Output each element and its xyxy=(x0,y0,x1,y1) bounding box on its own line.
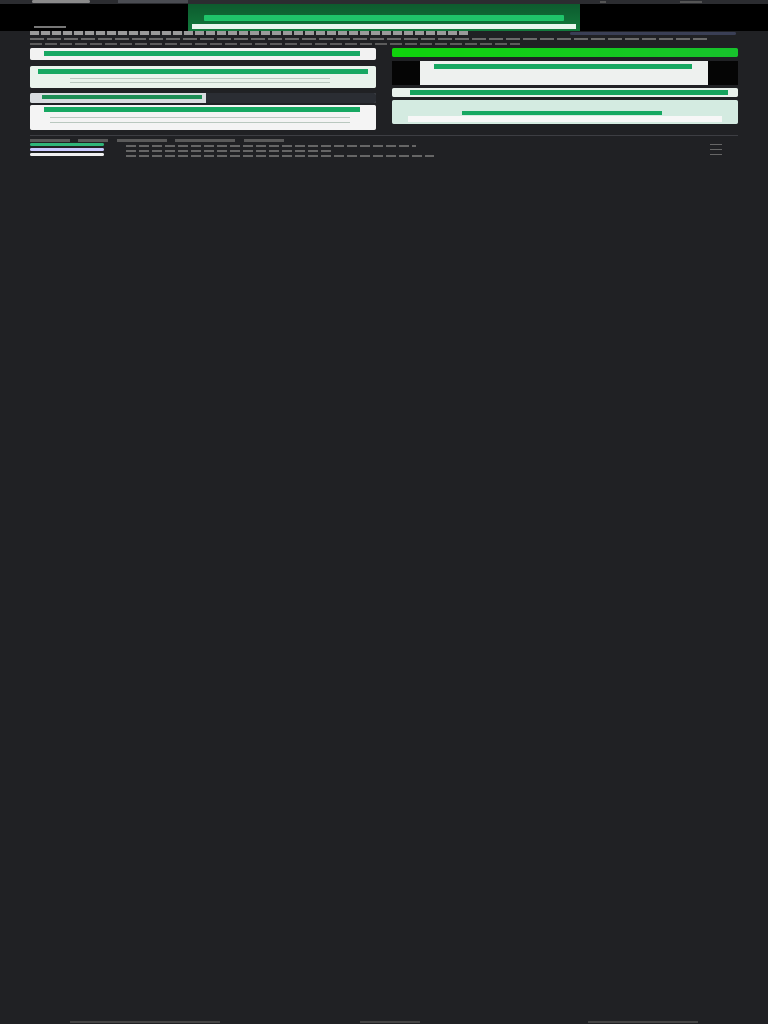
card-bar xyxy=(434,64,692,69)
card-bar xyxy=(44,51,360,56)
list-tabs xyxy=(30,139,330,142)
card-image xyxy=(420,61,708,85)
more-icon[interactable] xyxy=(710,154,722,155)
sidebar-button[interactable] xyxy=(30,148,104,151)
screenshot-card[interactable] xyxy=(392,88,738,97)
tab-item[interactable] xyxy=(175,139,236,142)
article-subline xyxy=(30,38,710,40)
sidebar-button[interactable] xyxy=(30,153,104,156)
article-subline xyxy=(30,43,520,45)
screenshot-card[interactable] xyxy=(30,66,376,88)
card-text xyxy=(50,117,350,118)
list-item[interactable] xyxy=(126,145,416,147)
hero-banner xyxy=(0,4,768,31)
card-bar xyxy=(462,111,662,115)
brand-name[interactable] xyxy=(118,0,188,3)
footer-link[interactable] xyxy=(360,1021,420,1023)
card-bar xyxy=(42,95,202,99)
action-pill[interactable] xyxy=(570,32,736,35)
card-bar xyxy=(410,90,728,95)
card-text xyxy=(50,122,350,123)
logo-icon[interactable] xyxy=(32,0,90,3)
card-image xyxy=(206,93,376,103)
screenshot-card[interactable] xyxy=(392,48,738,57)
hero-bar xyxy=(204,15,564,21)
screenshot-card[interactable] xyxy=(30,105,376,130)
card-image xyxy=(408,116,722,122)
tab-item[interactable] xyxy=(243,139,284,142)
article-headline xyxy=(30,31,470,35)
footer-link[interactable] xyxy=(588,1021,698,1023)
footer-link[interactable] xyxy=(70,1021,220,1023)
card-bar xyxy=(38,69,368,74)
screenshot-card[interactable] xyxy=(392,100,738,124)
tab-item[interactable] xyxy=(30,139,70,142)
hero-caption xyxy=(34,26,66,28)
list-item[interactable] xyxy=(126,155,434,157)
hero-strip xyxy=(192,24,576,29)
tab-item[interactable] xyxy=(116,139,167,142)
more-icon[interactable] xyxy=(710,144,722,145)
card-text xyxy=(70,82,330,83)
section-divider xyxy=(30,135,738,136)
hero-image[interactable] xyxy=(188,4,580,31)
screenshot-card[interactable] xyxy=(30,48,376,60)
screenshot-card[interactable] xyxy=(392,61,738,85)
screenshot-card[interactable] xyxy=(30,93,376,103)
nav-item[interactable] xyxy=(600,1,606,3)
tab-item[interactable] xyxy=(78,139,109,142)
list-item[interactable] xyxy=(126,150,334,152)
card-bar xyxy=(44,107,360,112)
card-text xyxy=(70,78,330,79)
more-icon[interactable] xyxy=(710,149,722,150)
sidebar-button[interactable] xyxy=(30,143,104,146)
nav-item[interactable] xyxy=(680,1,702,3)
